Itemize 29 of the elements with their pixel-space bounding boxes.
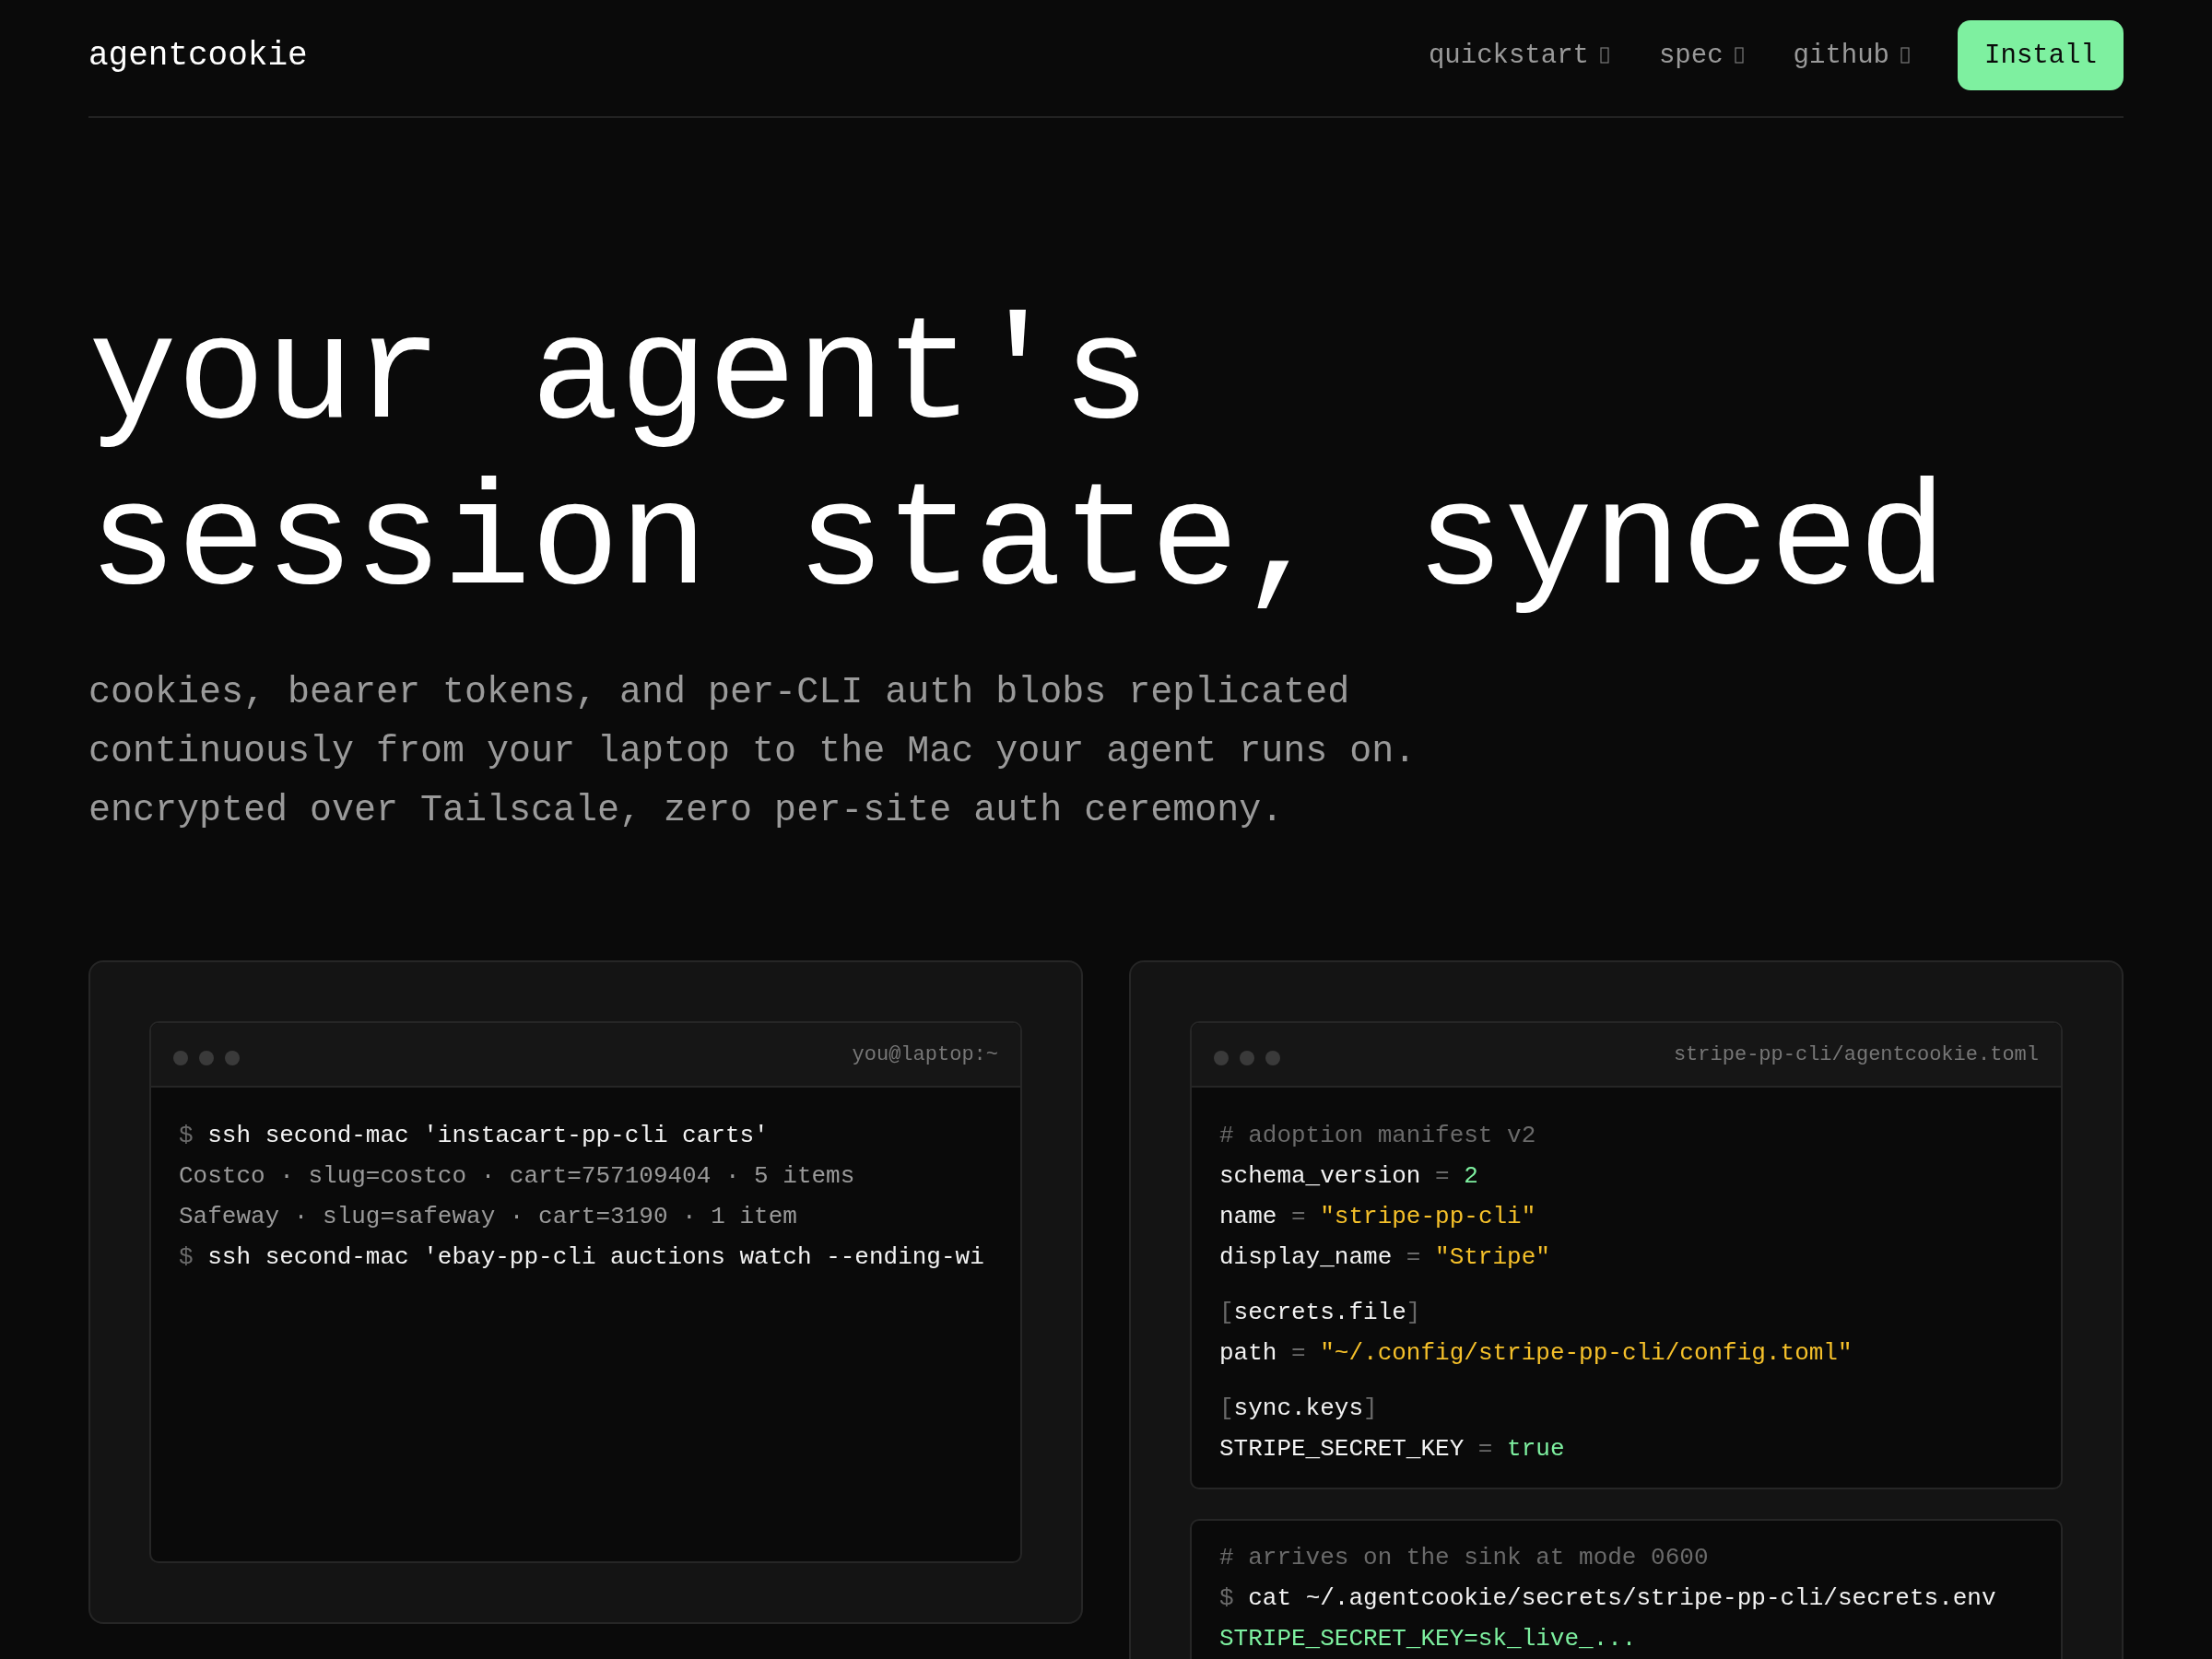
code-line: [sync.keys] (1219, 1394, 1379, 1424)
code-line: # arrives on the sink at mode 0600 (1219, 1543, 1710, 1573)
nav-link[interactable]: quickstart (1428, 40, 1609, 71)
code-line: Safeway · slug=safeway · cart=3190 · 1 item (179, 1202, 798, 1232)
code-line: STRIPE_SECRET_KEY = true (1219, 1434, 1566, 1465)
code-line: $ cat ~/.agentcookie/secrets/stripe-pp-cli/secrets.env (1219, 1583, 1997, 1614)
nav-link[interactable]: spec (1658, 40, 1744, 71)
terminal-title: you@laptop:~ (852, 1042, 998, 1066)
window-dots-icon (173, 1051, 240, 1065)
code-line: schema_version = 2 (1219, 1161, 1479, 1192)
code-line: STRIPE_SECRET_KEY=sk_live_... (1219, 1624, 1638, 1654)
site-logo[interactable]: agentcookie (88, 36, 308, 75)
headline: your agent's session state, synced (88, 295, 1948, 627)
glyph-box-icon (1900, 47, 1910, 64)
terminal-title: stripe-pp-cli/agentcookie.toml (1673, 1042, 2039, 1066)
glyph-box-icon (1599, 47, 1609, 64)
code-line: [secrets.file] (1219, 1298, 1422, 1328)
code-line: path = "~/.config/stripe-pp-cli/config.toml" (1219, 1338, 1853, 1369)
window-dots-icon (1214, 1051, 1280, 1065)
hero-description: cookies, bearer tokens, and per-CLI auth blobs replicated continuously from your laptop to the Mac your agent runs on. encrypted over Tailscale, zero per-site auth ceremony. (88, 671, 1418, 833)
code-line: name = "stripe-pp-cli" (1219, 1202, 1537, 1232)
code-line: $ ssh second-mac 'ebay-pp-cli auctions watch --ending-wi (179, 1242, 985, 1273)
code-line: display_name = "Stripe" (1219, 1242, 1551, 1273)
code-line: $ ssh second-mac 'instacart-pp-cli carts' (179, 1121, 770, 1151)
code-line: Costco · slug=costco · cart=757109404 · 5 items (179, 1161, 856, 1192)
install-button[interactable]: Install (1958, 20, 2124, 90)
nav-link[interactable]: github (1793, 40, 1910, 71)
glyph-box-icon (1734, 47, 1744, 64)
code-line: # adoption manifest v2 (1219, 1121, 1537, 1151)
